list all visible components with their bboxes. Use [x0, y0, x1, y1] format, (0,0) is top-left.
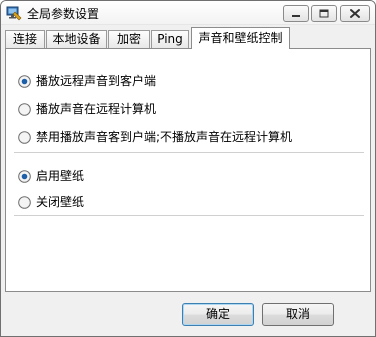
close-button[interactable] [340, 5, 370, 22]
minimize-button[interactable] [283, 5, 309, 22]
maximize-button[interactable] [311, 5, 337, 22]
cancel-button[interactable]: 取消 [262, 303, 334, 326]
tab-local-devices[interactable]: 本地设备 [46, 30, 107, 48]
title-bar[interactable]: 全局参数设置 [1, 1, 375, 25]
tab-strip: 连接 本地设备 加密 Ping 声音和壁纸控制 [5, 27, 371, 49]
tab-encryption[interactable]: 加密 [108, 30, 150, 48]
settings-dialog: 全局参数设置 连接 本地设备 加密 Ping 声音和壁纸控制 播放远程声音到客户… [0, 0, 376, 337]
app-icon [6, 6, 22, 21]
tab-panel: 播放远程声音到客户端 播放声音在远程计算机 禁用播放声音客到户端;不播放声音在远… [5, 48, 371, 292]
ok-button[interactable]: 确定 [182, 303, 254, 326]
divider [14, 215, 364, 217]
minimize-icon [292, 15, 300, 17]
radio-label: 播放声音在远程计算机 [36, 102, 157, 116]
radio-unchecked-icon [18, 131, 31, 144]
radio-checked-icon [18, 170, 31, 183]
tab-sound-wallpaper[interactable]: 声音和壁纸控制 [191, 27, 290, 49]
maximize-icon [319, 9, 329, 18]
radio-checked-icon [18, 75, 31, 88]
radio-unchecked-icon [18, 103, 31, 116]
window-title: 全局参数设置 [27, 7, 100, 21]
tab-connection[interactable]: 连接 [5, 30, 45, 48]
radio-unchecked-icon [18, 196, 31, 209]
divider [14, 152, 364, 154]
radio-label: 启用壁纸 [36, 169, 85, 183]
radio-label: 关闭壁纸 [36, 195, 85, 209]
radio-label: 播放远程声音到客户端 [36, 74, 157, 88]
radio-label: 禁用播放声音客到户端;不播放声音在远程计算机 [36, 130, 293, 144]
close-icon [350, 9, 360, 18]
tab-ping[interactable]: Ping [151, 30, 189, 48]
